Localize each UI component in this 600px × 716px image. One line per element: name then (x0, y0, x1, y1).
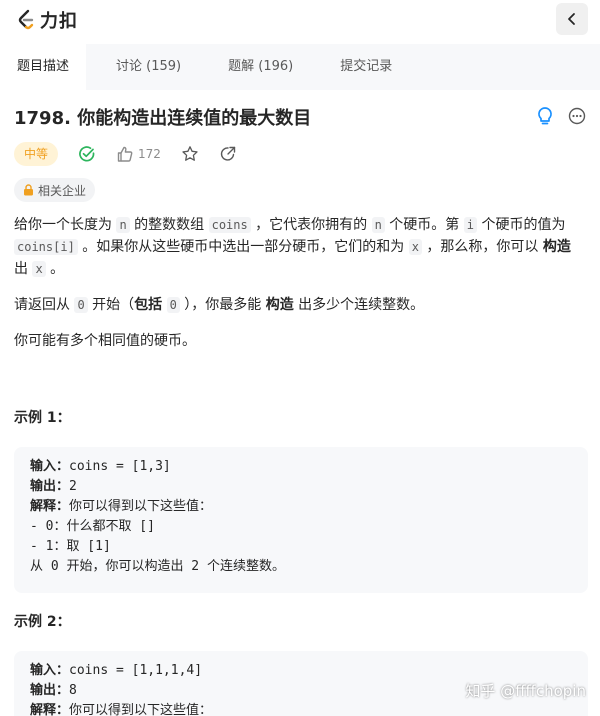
company-tag[interactable]: 相关企业 (14, 178, 96, 202)
text: 开始（ (87, 297, 135, 313)
difficulty-badge: 中等 (14, 142, 59, 166)
text: 请返回从 (14, 297, 75, 313)
top-bar: 力扣 (0, 0, 600, 40)
leetcode-logo[interactable]: 力扣 (16, 7, 78, 33)
hint-button[interactable] (536, 106, 554, 130)
text: ），你最多能 (179, 297, 266, 313)
explain-label: 解释： (30, 499, 70, 514)
description-paragraph-2: 请返回从 0 开始（包括 0 ），你最多能 构造 出多少个连续整数。 (14, 294, 586, 316)
inline-code: coins (208, 217, 251, 233)
chevron-left-icon (568, 13, 575, 25)
text: 出 (14, 261, 33, 277)
inline-code: i (463, 217, 477, 233)
bold-text: 包括 (134, 297, 163, 313)
tab-bar: 题目描述 讨论 (159) 题解 (196) 提交记录 (0, 44, 600, 90)
company-tag-label: 相关企业 (38, 183, 87, 198)
title-actions (522, 106, 586, 130)
output-value: 2 (69, 479, 77, 494)
inline-code: 0 (166, 297, 180, 313)
tab-discussion[interactable]: 讨论 (159) (99, 44, 198, 90)
like-count: 172 (138, 147, 161, 161)
share-button[interactable] (219, 145, 237, 163)
inline-code: n (371, 217, 385, 233)
bold-text: 构造 (265, 297, 294, 313)
more-button[interactable] (568, 107, 586, 129)
explain-line: - 1：取 [1] (30, 539, 111, 554)
problem-meta: 中等 172 (14, 141, 237, 167)
example-1-box: 输入：coins = [1,3] 输出：2 解释：你可以得到以下这些值： - 0… (14, 447, 588, 593)
text: 个硬币的值为 (477, 217, 566, 233)
bold-text: 构造 (542, 239, 571, 255)
output-value: 8 (69, 683, 77, 698)
like-button[interactable]: 172 (116, 145, 161, 163)
check-circle-icon (79, 146, 95, 162)
solved-status (78, 145, 96, 163)
inline-code: coins[i] (14, 239, 78, 255)
input-label: 输入： (30, 663, 70, 678)
inline-code: x (32, 261, 46, 277)
text: ，那么称，你可以 (421, 239, 543, 255)
text: 的整数数组 (129, 217, 209, 233)
more-icon (568, 107, 586, 125)
text: ，它代表你拥有的 (250, 217, 372, 233)
description-paragraph-1: 给你一个长度为 n 的整数数组 coins ，它代表你拥有的 n 个硬币。第 i… (14, 214, 586, 280)
explain-label: 解释： (30, 703, 70, 716)
share-icon (220, 146, 236, 161)
tab-solutions[interactable]: 题解 (196) (211, 44, 310, 90)
logo-text: 力扣 (40, 11, 78, 32)
input-value: coins = [1,1,1,4] (69, 663, 203, 678)
input-label: 输入： (30, 459, 70, 474)
explain-text: 你可以得到以下这些值： (69, 703, 213, 716)
leetcode-logo-icon (18, 9, 34, 30)
text (162, 297, 166, 313)
watermark: 知乎 @ffffchopin (465, 682, 586, 700)
explain-text: 你可以得到以下这些值： (69, 499, 213, 514)
input-value: coins = [1,3] (69, 459, 171, 474)
explain-line: 从 0 开始，你可以构造出 2 个连续整数。 (30, 559, 285, 574)
thumbs-up-icon (117, 146, 133, 162)
inline-code: x (408, 239, 422, 255)
inline-code: 0 (74, 297, 88, 313)
explain-line: - 0：什么都不取 [] (30, 519, 155, 534)
tab-description[interactable]: 题目描述 (0, 44, 87, 90)
example-1-title: 示例 1： (14, 410, 71, 426)
text: 。 (45, 261, 65, 277)
lightbulb-icon (538, 107, 552, 125)
favorite-button[interactable] (181, 145, 199, 163)
description-paragraph-3: 你可能有多个相同值的硬币。 (14, 333, 196, 349)
inline-code: n (116, 217, 130, 233)
text: 出多少个连续整数。 (293, 297, 425, 313)
back-button[interactable] (556, 3, 588, 35)
output-label: 输出： (30, 683, 70, 698)
text: 个硬币。第 (384, 217, 464, 233)
output-label: 输出： (30, 479, 70, 494)
star-icon (182, 146, 198, 161)
problem-title: 1798. 你能构造出连续值的最大数目 (14, 108, 312, 129)
example-2-title: 示例 2： (14, 614, 71, 630)
problem-description: 给你一个长度为 n 的整数数组 coins ，它代表你拥有的 n 个硬币。第 i… (14, 214, 586, 366)
lock-icon (24, 184, 33, 196)
text: 。如果你从这些硬币中选出一部分硬币，它们的和为 (77, 239, 409, 255)
text: 给你一个长度为 (14, 217, 117, 233)
tab-submissions[interactable]: 提交记录 (323, 44, 409, 90)
